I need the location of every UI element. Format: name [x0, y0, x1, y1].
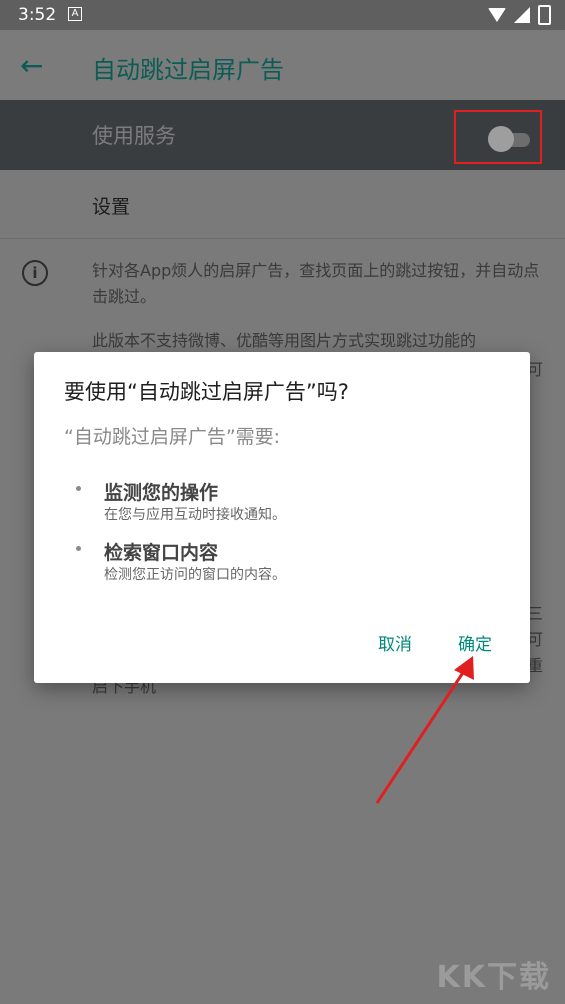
arrow-line [375, 667, 468, 804]
arrow-head [454, 656, 474, 680]
watermark-logo: KK下载 [436, 960, 551, 995]
annotation-arrow [375, 656, 474, 804]
